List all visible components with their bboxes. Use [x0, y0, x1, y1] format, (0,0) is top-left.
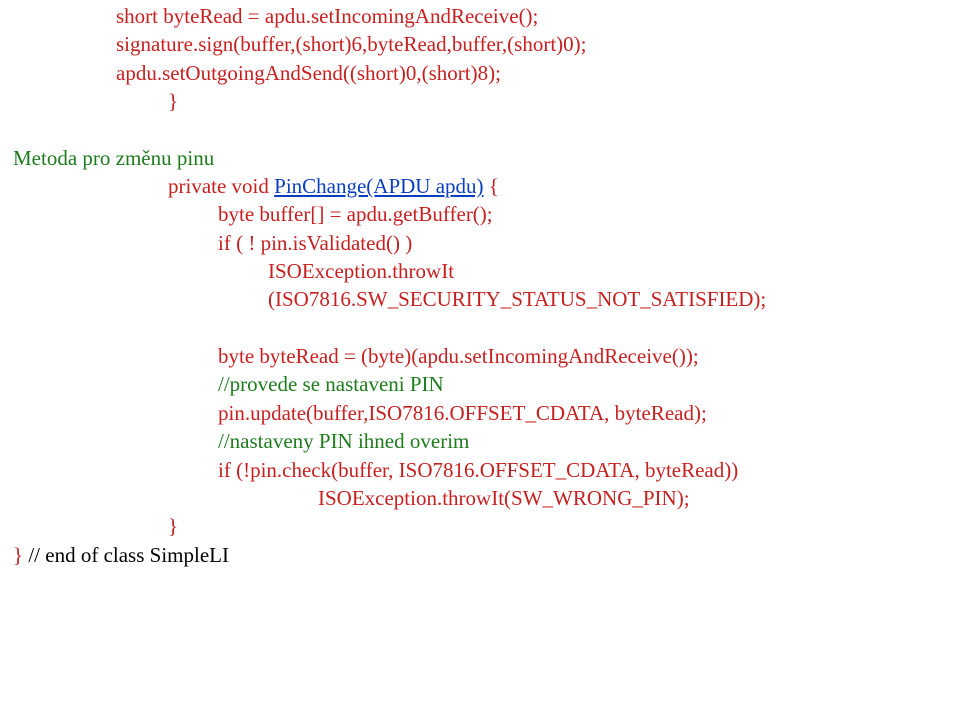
code-line: ISOException.throwIt(SW_WRONG_PIN);: [8, 484, 952, 512]
code-line: signature.sign(buffer,(short)6,byteRead,…: [8, 30, 952, 58]
method-link-pinchange[interactable]: PinChange(APDU apdu): [274, 174, 483, 198]
code-line: pin.update(buffer,ISO7816.OFFSET_CDATA, …: [8, 399, 952, 427]
code-line: short byteRead = apdu.setIncomingAndRece…: [8, 2, 952, 30]
code-line: }: [8, 87, 952, 115]
code-line: if ( ! pin.isValidated() ): [8, 229, 952, 257]
code-line: byte byteRead = (byte)(apdu.setIncomingA…: [8, 342, 952, 370]
code-line: ISOException.throwIt: [8, 257, 952, 285]
code-document: short byteRead = apdu.setIncomingAndRece…: [0, 0, 960, 577]
brace: {: [484, 174, 499, 198]
code-line: apdu.setOutgoingAndSend((short)0,(short)…: [8, 59, 952, 87]
code-comment: //nastaveny PIN ihned overim: [8, 427, 952, 455]
blank-line: [8, 314, 952, 342]
keyword: private void: [168, 174, 269, 198]
code-line: byte buffer[] = apdu.getBuffer();: [8, 200, 952, 228]
end-comment: // end of class SimpleLI: [23, 543, 229, 567]
section-comment: Metoda pro změnu pinu: [8, 144, 952, 172]
code-line: if (!pin.check(buffer, ISO7816.OFFSET_CD…: [8, 456, 952, 484]
code-line: private void PinChange(APDU apdu) {: [8, 172, 952, 200]
code-line: }: [8, 512, 952, 540]
code-line: (ISO7816.SW_SECURITY_STATUS_NOT_SATISFIE…: [8, 285, 952, 313]
blank-line: [8, 115, 952, 143]
brace: }: [13, 543, 23, 567]
code-line: } // end of class SimpleLI: [8, 541, 952, 569]
code-comment: //provede se nastaveni PIN: [8, 370, 952, 398]
